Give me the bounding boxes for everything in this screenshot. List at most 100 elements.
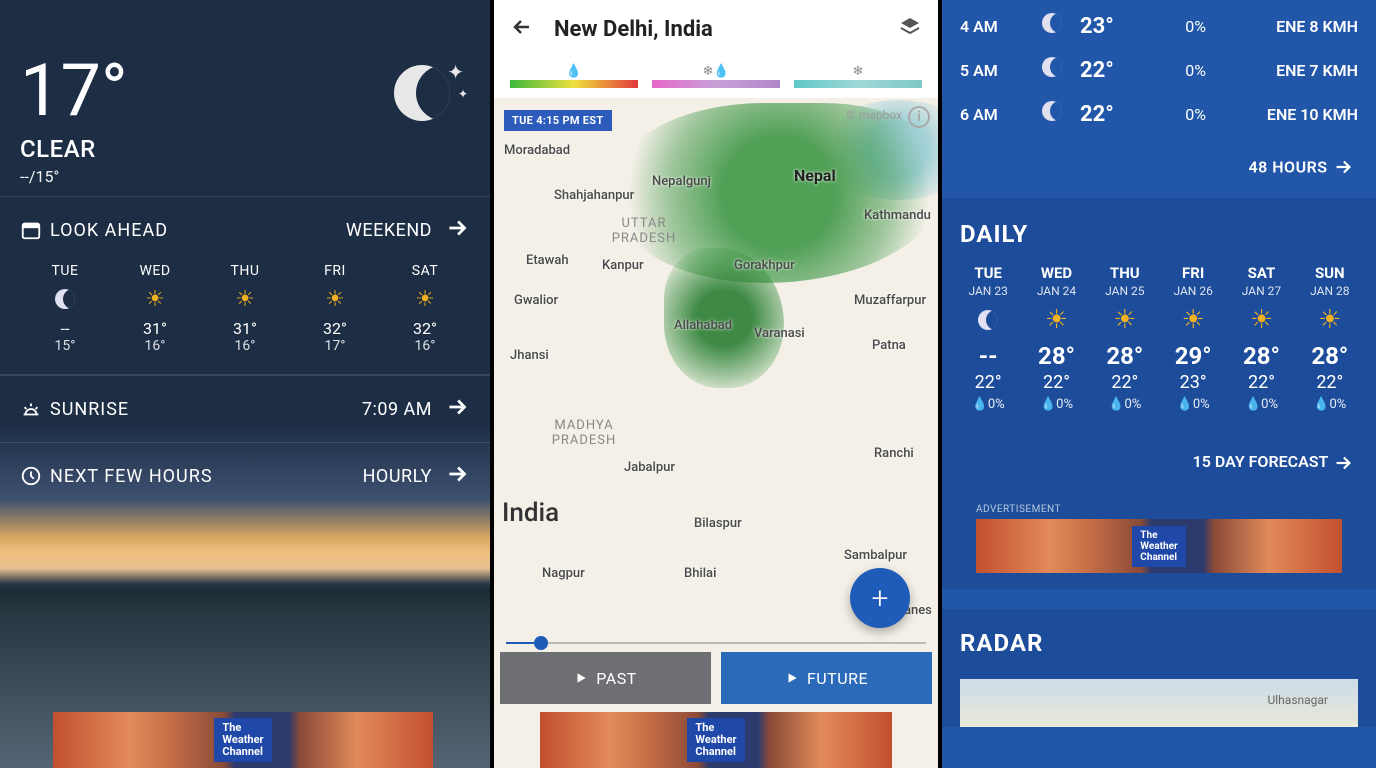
weather-icon: ☀: [1296, 298, 1364, 342]
sunrise-value: 7:09 AM: [362, 399, 432, 420]
daily-col[interactable]: SATJAN 27☀28°22°💧0%: [1227, 260, 1295, 416]
weather-icon: ☀: [1159, 298, 1227, 342]
precip-pct: 💧0%: [954, 397, 1022, 412]
ad-banner[interactable]: TheWeatherChannel: [540, 712, 892, 768]
daily-col[interactable]: TUEJAN 23--22°💧0%: [954, 260, 1022, 416]
daily-col[interactable]: FRIJAN 26☀29°23°💧0%: [1159, 260, 1227, 416]
low-temp: 22°: [1091, 372, 1159, 393]
legend: 💧 ❄💧 ❄: [494, 58, 938, 98]
high-temp: 32°: [290, 319, 380, 338]
timeline-slider[interactable]: [506, 642, 926, 644]
map-label: Allahabad: [674, 318, 732, 333]
legend-snow: ❄: [794, 64, 922, 94]
ad-banner[interactable]: TheWeatherChannel: [976, 519, 1342, 573]
arrow-right-icon: [444, 215, 470, 245]
sunrise-icon: [20, 398, 50, 420]
low-temp: 15°: [20, 338, 110, 354]
info-icon[interactable]: i: [908, 106, 930, 128]
low-temp: 16°: [380, 338, 470, 354]
past-button[interactable]: PAST: [500, 652, 711, 704]
daily-col[interactable]: SUNJAN 28☀28°22°💧0%: [1296, 260, 1364, 416]
arrow-right-icon: [1332, 156, 1354, 175]
day-label: THU: [200, 263, 290, 279]
48-hours-link[interactable]: 48 HOURS: [942, 144, 1376, 198]
date-label: JAN 28: [1296, 284, 1364, 298]
low-temp: 17°: [290, 338, 380, 354]
low-temp: 22°: [954, 372, 1022, 393]
sunrise-row[interactable]: SUNRISE 7:09 AM: [0, 375, 490, 442]
15-day-link[interactable]: 15 DAY FORECAST: [942, 424, 1376, 496]
forecast-day[interactable]: SAT☀32°16°: [380, 263, 470, 354]
map-label: Nepalgunj: [652, 174, 711, 189]
fab-add-button[interactable]: +: [850, 568, 910, 628]
hour-temp: 23°: [1080, 14, 1152, 39]
radar-header: New Delhi, India: [494, 0, 938, 58]
map-label: Jhansi: [510, 348, 549, 363]
low-temp: 22°: [1022, 372, 1090, 393]
high-temp: 31°: [200, 319, 290, 338]
high-temp: 28°: [1022, 342, 1090, 370]
current-conditions: 17° CLEAR --/15° ✦ ✦: [0, 0, 490, 196]
map-label: Varanasi: [754, 326, 805, 341]
ad-banner[interactable]: TheWeatherChannel: [53, 712, 433, 768]
high-temp: 28°: [1296, 342, 1364, 370]
future-button[interactable]: FUTURE: [721, 652, 932, 704]
high-temp: 28°: [1227, 342, 1295, 370]
twc-logo: TheWeatherChannel: [687, 718, 744, 762]
map-timestamp: TUE 4:15 PM EST: [504, 110, 612, 131]
daily-forecast[interactable]: TUEJAN 23--22°💧0%WEDJAN 24☀28°22°💧0%THUJ…: [942, 260, 1376, 424]
current-temp: 17°: [20, 55, 128, 127]
sunrise-label: SUNRISE: [50, 399, 362, 420]
date-label: JAN 27: [1227, 284, 1295, 298]
hourly-row[interactable]: 6 AM22°0%ENE 10 KMH: [960, 92, 1358, 136]
hourly-row[interactable]: 4 AM23°0%ENE 8 KMH: [960, 4, 1358, 48]
forecast-5day[interactable]: TUE--15°WED☀31°16°THU☀31°16°FRI☀32°17°SA…: [0, 263, 490, 375]
date-label: JAN 24: [1022, 284, 1090, 298]
day-label: TUE: [20, 263, 110, 279]
weather-icon: ☀: [1091, 298, 1159, 342]
current-hilo: --/15°: [20, 167, 128, 186]
low-temp: 23°: [1159, 372, 1227, 393]
hourly-list: 4 AM23°0%ENE 8 KMH5 AM22°0%ENE 7 KMH6 AM…: [942, 0, 1376, 144]
radar-map[interactable]: TUE 4:15 PM EST © mapbox i Nepal Nepalgu…: [494, 98, 938, 768]
weather-icon: [1024, 101, 1080, 127]
map-label: Muzaffarpur: [854, 293, 926, 308]
forecast-day[interactable]: TUE--15°: [20, 263, 110, 354]
daily-col[interactable]: WEDJAN 24☀28°22°💧0%: [1022, 260, 1090, 416]
precip-pct: 💧0%: [1159, 397, 1227, 412]
date-label: JAN 25: [1091, 284, 1159, 298]
map-label: Nagpur: [542, 566, 585, 581]
precip-pct: 0%: [1152, 17, 1206, 36]
radar-preview[interactable]: Ulhasnagar: [960, 679, 1358, 727]
map-label: Moradabad: [504, 143, 570, 158]
hourly-row[interactable]: 5 AM22°0%ENE 7 KMH: [960, 48, 1358, 92]
look-ahead-label: LOOK AHEAD: [50, 220, 346, 241]
layers-icon[interactable]: [898, 15, 922, 43]
weather-icon: ☀: [200, 285, 290, 313]
low-temp: 22°: [1296, 372, 1364, 393]
map-label: UTTAR PRADESH: [594, 216, 694, 246]
mapbox-attribution: © mapbox: [846, 108, 902, 122]
weather-icon: ☀: [1227, 298, 1295, 342]
look-ahead-row[interactable]: LOOK AHEAD WEEKEND: [0, 196, 490, 263]
low-temp: 22°: [1227, 372, 1295, 393]
map-label: Patna: [872, 338, 906, 353]
weather-icon: ☀: [110, 285, 200, 313]
legend-rain: 💧: [510, 64, 638, 94]
map-label: MADHYA PRADESH: [534, 418, 634, 448]
arrow-right-icon: [444, 461, 470, 491]
advert-label: ADVERTISEMENT: [942, 496, 1376, 519]
next-hours-row[interactable]: NEXT FEW HOURS HOURLY: [0, 442, 490, 509]
back-icon[interactable]: [510, 15, 534, 43]
forecast-day[interactable]: THU☀31°16°: [200, 263, 290, 354]
forecast-day[interactable]: WED☀31°16°: [110, 263, 200, 354]
wind: ENE 8 KMH: [1206, 17, 1358, 36]
location-title: New Delhi, India: [554, 17, 878, 42]
day-label: WED: [110, 263, 200, 279]
map-label: Sambalpur: [844, 548, 907, 563]
wind: ENE 10 KMH: [1206, 105, 1358, 124]
forecast-day[interactable]: FRI☀32°17°: [290, 263, 380, 354]
daily-col[interactable]: THUJAN 25☀28°22°💧0%: [1091, 260, 1159, 416]
day-label: FRI: [290, 263, 380, 279]
day-label: SAT: [1227, 264, 1295, 282]
